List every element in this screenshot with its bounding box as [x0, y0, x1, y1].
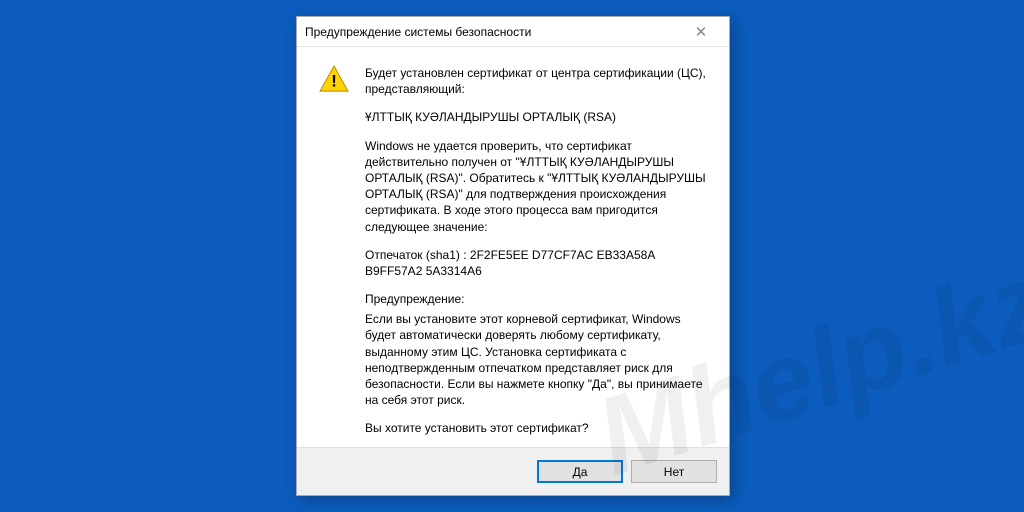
icon-column: ! [319, 65, 349, 441]
no-button[interactable]: Нет [631, 460, 717, 483]
close-icon: ✕ [695, 23, 708, 41]
install-question: Вы хотите установить этот сертификат? [365, 420, 707, 436]
titlebar: Предупреждение системы безопасности ✕ [297, 17, 729, 47]
dialog-footer: Да Нет [297, 447, 729, 495]
svg-text:!: ! [331, 71, 337, 90]
dialog-content: ! Будет установлен сертификат от центра … [297, 47, 729, 447]
yes-button[interactable]: Да [537, 460, 623, 483]
verify-text: Windows не удается проверить, что сертиф… [365, 138, 707, 235]
dialog-title: Предупреждение системы безопасности [305, 25, 681, 39]
warning-body: Если вы установите этот корневой сертифи… [365, 311, 707, 408]
intro-text: Будет установлен сертификат от центра се… [365, 65, 707, 97]
thumbprint: Отпечаток (sha1) : 2F2FE5EE D77CF7AC EB3… [365, 247, 707, 279]
warning-icon: ! [319, 65, 349, 93]
warning-header: Предупреждение: [365, 291, 707, 307]
close-button[interactable]: ✕ [681, 17, 721, 46]
security-warning-dialog: Предупреждение системы безопасности ✕ ! … [296, 16, 730, 496]
ca-name: ҰЛТТЫҚ КУӘЛАНДЫРУШЫ ОРТАЛЫҚ (RSA) [365, 109, 707, 125]
text-column: Будет установлен сертификат от центра се… [365, 65, 707, 441]
